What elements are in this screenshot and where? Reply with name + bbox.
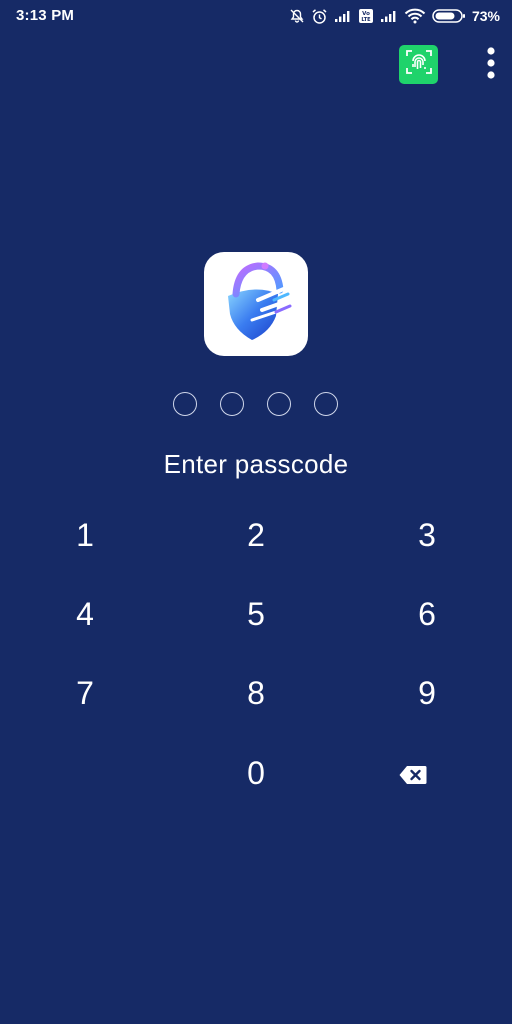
status-icons: Vo LTE 73% [289, 6, 500, 26]
key-4[interactable]: 4 [40, 584, 130, 644]
volte-icon: Vo LTE [358, 8, 374, 24]
passcode-prompt: Enter passcode [163, 449, 349, 479]
fingerprint-button[interactable] [399, 45, 438, 84]
signal-icon [380, 9, 398, 23]
passcode-dot [220, 392, 244, 416]
alarm-icon [311, 8, 328, 25]
wifi-icon [404, 8, 426, 24]
key-5[interactable]: 5 [211, 584, 301, 644]
passcode-dot [314, 392, 338, 416]
key-7[interactable]: 7 [40, 663, 130, 723]
shield-lock-icon [216, 260, 296, 349]
passcode-dot [267, 392, 291, 416]
key-1[interactable]: 1 [40, 505, 130, 565]
more-vertical-icon [486, 46, 496, 85]
key-9[interactable]: 9 [382, 663, 472, 723]
passcode-indicator [0, 392, 512, 420]
fingerprint-icon [405, 48, 433, 81]
signal-icon [334, 9, 352, 23]
mute-icon [289, 8, 305, 24]
svg-text:LTE: LTE [361, 17, 371, 23]
passcode-dot [173, 392, 197, 416]
status-time: 3:13 PM [16, 7, 75, 24]
app-logo [204, 252, 308, 356]
backspace-button[interactable] [368, 744, 458, 804]
backspace-icon [399, 756, 427, 793]
key-8[interactable]: 8 [211, 663, 301, 723]
key-2[interactable]: 2 [211, 505, 301, 565]
key-0[interactable]: 0 [211, 743, 301, 803]
key-3[interactable]: 3 [382, 505, 472, 565]
keypad: 1 2 3 4 5 6 7 8 9 0 [0, 0, 512, 1024]
battery-percent: 73% [471, 8, 500, 24]
more-options-button[interactable] [476, 44, 506, 86]
key-6[interactable]: 6 [382, 584, 472, 644]
status-bar: 3:13 PM Vo LTE 73% [0, 0, 512, 32]
battery-icon [432, 8, 466, 24]
